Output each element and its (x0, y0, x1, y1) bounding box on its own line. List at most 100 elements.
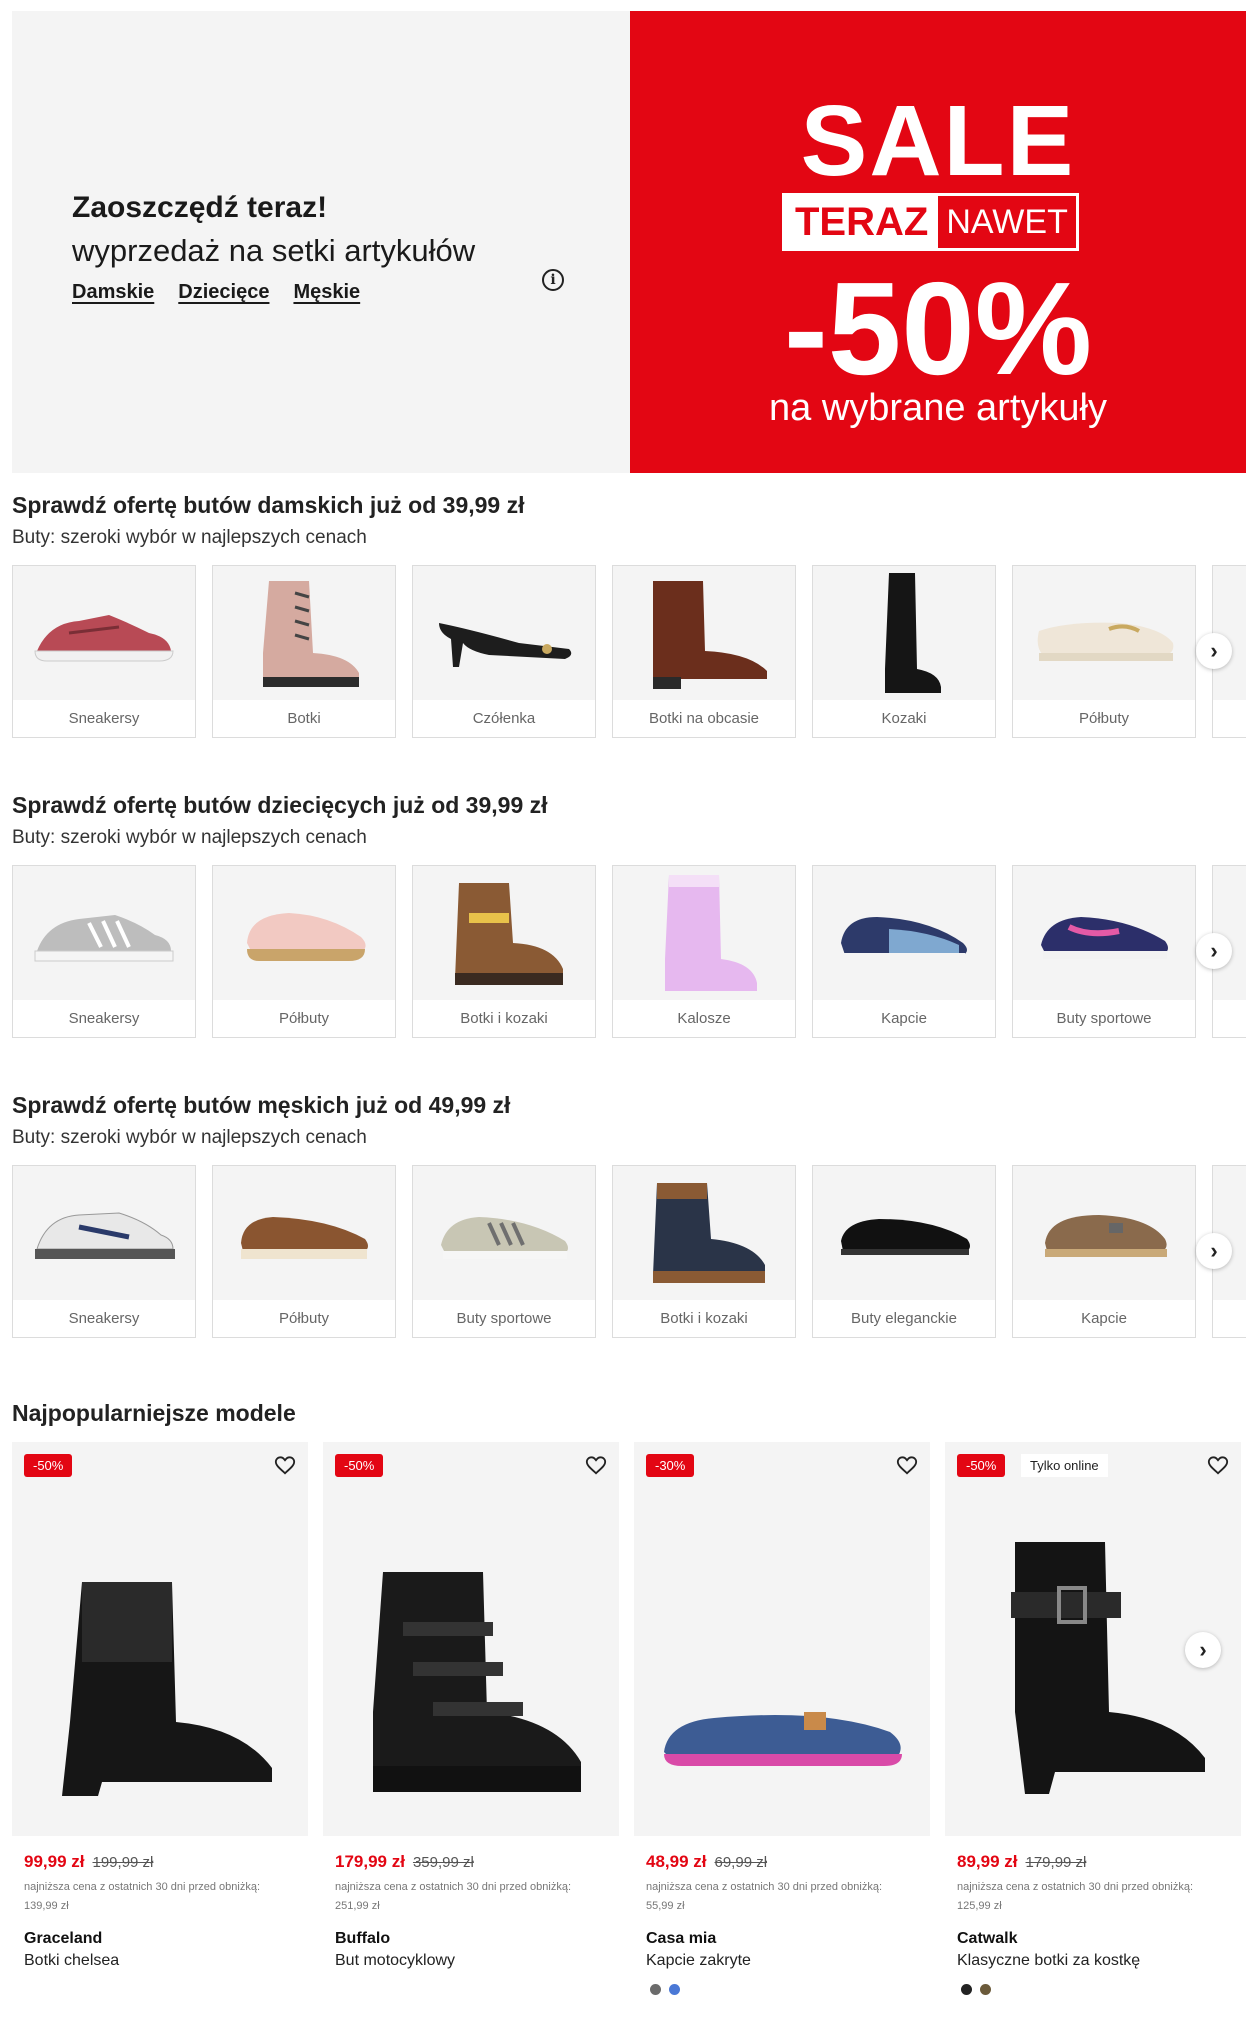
teraz-nawet-label: TERAZ NAWET (782, 193, 1079, 251)
men-shoe-image (213, 1166, 395, 1300)
heart-icon[interactable] (1207, 1454, 1229, 1476)
lowest-price-note: najniższa cena z ostatnich 30 dni przed … (24, 1878, 296, 1916)
product-card[interactable]: -30% 48,99 zł 69,99 zł najniższa cena z … (634, 1442, 930, 1995)
category-label: Buty sportowe (456, 1310, 552, 1327)
discount-badge: -30% (646, 1454, 695, 1477)
old-price: 69,99 zł (714, 1854, 768, 1871)
chevron-right-icon: › (1210, 938, 1218, 963)
lowest-price-label: najniższa cena z ostatnich 30 dni przed … (24, 1881, 261, 1893)
current-price: 89,99 zł (957, 1852, 1018, 1871)
category-card-buty-sportowe[interactable]: Buty sportowe (1012, 865, 1196, 1038)
section-title: Sprawdź ofertę butów męskich już od 49,9… (12, 1092, 511, 1118)
discount-badge: -50% (335, 1454, 384, 1477)
hero-link-kids[interactable]: Dziecięce (178, 281, 269, 304)
hero-subtitle: wyprzedaż na setki artykułów (72, 233, 476, 268)
slipper-image (813, 866, 995, 1000)
category-label: Botki i kozaki (460, 1010, 548, 1027)
category-card-polbuty[interactable]: Półbuty (212, 865, 396, 1038)
category-card-botki-i-kozaki[interactable]: Botki i kozaki (412, 865, 596, 1038)
category-card-kozaki[interactable]: Kozaki (812, 565, 996, 738)
lowest-price-value: 55,99 zł (646, 1900, 685, 1912)
product-image[interactable]: -50% Tylko online › (945, 1442, 1241, 1836)
category-card-botki-na-obcasie[interactable]: Botki na obcasie (612, 565, 796, 738)
product-image[interactable]: -50% (12, 1442, 308, 1836)
clog-image (1013, 1166, 1195, 1300)
category-label: Botki i kozaki (660, 1310, 748, 1327)
hero-left-panel: Zaoszczędź teraz! wyprzedaż na setki art… (12, 11, 630, 473)
category-card-czolenka[interactable]: Czółenka (412, 565, 596, 738)
category-label: Sneakersy (68, 710, 140, 727)
lowest-price-value: 251,99 zł (335, 1900, 380, 1912)
hero-note: na wybrane artykuły (769, 387, 1107, 429)
sneaker-image (13, 866, 195, 1000)
category-card-kapcie[interactable]: Kapcie (812, 865, 996, 1038)
hero-title: Zaoszczędź teraz! (72, 191, 328, 224)
color-swatch[interactable] (961, 1984, 972, 1995)
carousel-next-button[interactable]: › (1196, 933, 1232, 969)
category-card-buty-sportowe[interactable]: Buty sportowe (412, 1165, 596, 1338)
product-model: Botki chelsea (24, 1952, 120, 1969)
rain-boot-image (613, 866, 795, 1000)
heart-icon[interactable] (274, 1454, 296, 1476)
color-swatch[interactable] (650, 1984, 661, 1995)
product-brand: Casa mia (646, 1930, 717, 1947)
product-card[interactable]: -50% 179,99 zł 359,99 zł najniższa cena … (323, 1442, 619, 1970)
color-swatch[interactable] (980, 1984, 991, 1995)
product-image[interactable]: -50% (323, 1442, 619, 1836)
category-label: Półbuty (278, 1310, 330, 1327)
category-card-polbuty[interactable]: Półbuty (1012, 565, 1196, 738)
category-label: Półbuty (1078, 710, 1130, 727)
carousel-next-button[interactable]: › (1196, 633, 1232, 669)
discount-badge: -50% (957, 1454, 1006, 1477)
category-card-polbuty[interactable]: Półbuty (212, 1165, 396, 1338)
men-categories-section: Sprawdź ofertę butów męskich już od 49,9… (12, 1092, 1246, 1338)
product-card[interactable]: -50% 99,99 zł 199,99 zł najniższa cena z… (12, 1442, 308, 1970)
nawet-text: NAWET (946, 203, 1068, 241)
category-card-botki[interactable]: Botki (212, 565, 396, 738)
product-brand: Graceland (24, 1930, 103, 1947)
category-card-kalosze[interactable]: Kalosze (612, 865, 796, 1038)
category-card-sneakersy[interactable]: Sneakersy (12, 1165, 196, 1338)
category-card-buty-eleganckie[interactable]: Buty eleganckie (812, 1165, 996, 1338)
category-label: Kalosze (677, 1010, 731, 1027)
color-swatch[interactable] (669, 1984, 680, 1995)
chelsea-boot-image (62, 1582, 272, 1796)
men-boot-image (613, 1166, 795, 1300)
category-card-botki-i-kozaki[interactable]: Botki i kozaki (612, 1165, 796, 1338)
category-label: Kapcie (881, 1010, 927, 1027)
discount-badge: -50% (24, 1454, 73, 1477)
slipper-image (664, 1712, 902, 1766)
section-subtitle: Buty: szeroki wybór w najlepszych cenach (12, 527, 367, 548)
hero-link-women[interactable]: Damskie (72, 281, 154, 304)
info-icon[interactable]: i (542, 269, 564, 291)
section-subtitle: Buty: szeroki wybór w najlepszych cenach (12, 827, 367, 848)
current-price: 179,99 zł (335, 1852, 405, 1871)
lowest-price-label: najniższa cena z ostatnich 30 dni przed … (646, 1881, 883, 1893)
category-card-sneakersy[interactable]: Sneakersy (12, 565, 196, 738)
carousel-next-button[interactable]: › (1196, 1233, 1232, 1269)
product-image[interactable]: -30% (634, 1442, 930, 1836)
hero-link-men[interactable]: Męskie (293, 281, 360, 304)
sale-word: SALE (800, 85, 1076, 197)
sale-hero-banner[interactable]: Zaoszczędź teraz! wyprzedaż na setki art… (12, 11, 1246, 473)
heart-icon[interactable] (585, 1454, 607, 1476)
online-only-badge: Tylko online (1021, 1454, 1108, 1477)
lowest-price-label: najniższa cena z ostatnich 30 dni przed … (335, 1881, 572, 1893)
current-price: 48,99 zł (646, 1852, 707, 1871)
heart-icon[interactable] (896, 1454, 918, 1476)
category-card-kapcie[interactable]: Kapcie (1012, 1165, 1196, 1338)
chevron-right-icon: › (1210, 638, 1218, 663)
category-card-sneakersy[interactable]: Sneakersy (12, 865, 196, 1038)
color-swatches (961, 1984, 1241, 1995)
sneaker-image (13, 566, 195, 700)
chevron-right-icon: › (1210, 1238, 1218, 1263)
discount-percent: -50% (783, 255, 1093, 402)
lowest-price-value: 125,99 zł (957, 1900, 1002, 1912)
category-label: Buty sportowe (1056, 1010, 1152, 1027)
product-model: But motocyklowy (335, 1952, 456, 1969)
sport-shoe-image (413, 1166, 595, 1300)
hero-sale-panel: SALE TERAZ NAWET -50% na wybrane artykuł… (630, 11, 1246, 473)
products-next-button[interactable]: › (1185, 1632, 1221, 1668)
boot-image (213, 566, 395, 700)
product-card[interactable]: -50% Tylko online › 89,99 zł 179,99 zł n… (945, 1442, 1241, 1995)
